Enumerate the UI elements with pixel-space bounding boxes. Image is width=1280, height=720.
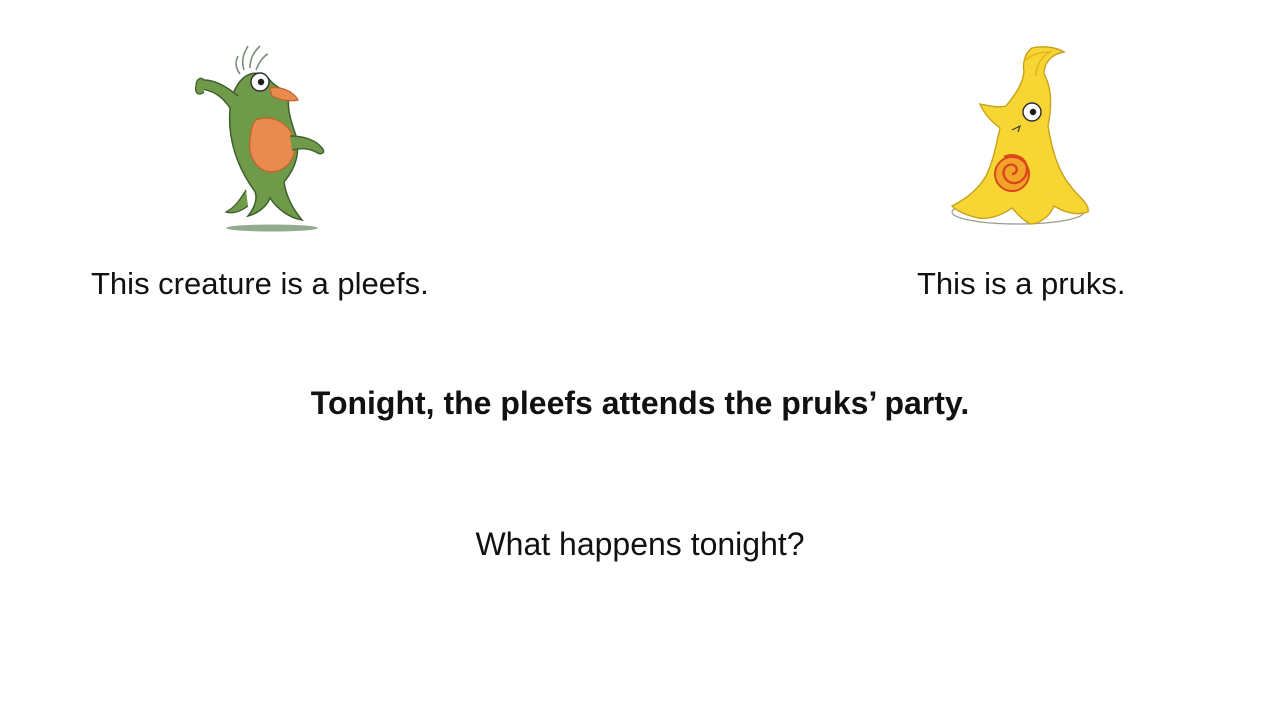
statement-sentence: Tonight, the pleefs attends the pruks’ p… bbox=[310, 385, 970, 421]
pruks-caption: This is a pruks. bbox=[917, 266, 1126, 301]
pruks-illustration bbox=[940, 40, 1100, 236]
pruks-creature-icon bbox=[950, 46, 1089, 225]
pleefs-creature-icon bbox=[194, 45, 325, 232]
question-prompt: What happens tonight? bbox=[475, 526, 805, 562]
pleefs-caption: This creature is a pleefs. bbox=[91, 266, 429, 301]
pleefs-illustration bbox=[186, 40, 338, 236]
